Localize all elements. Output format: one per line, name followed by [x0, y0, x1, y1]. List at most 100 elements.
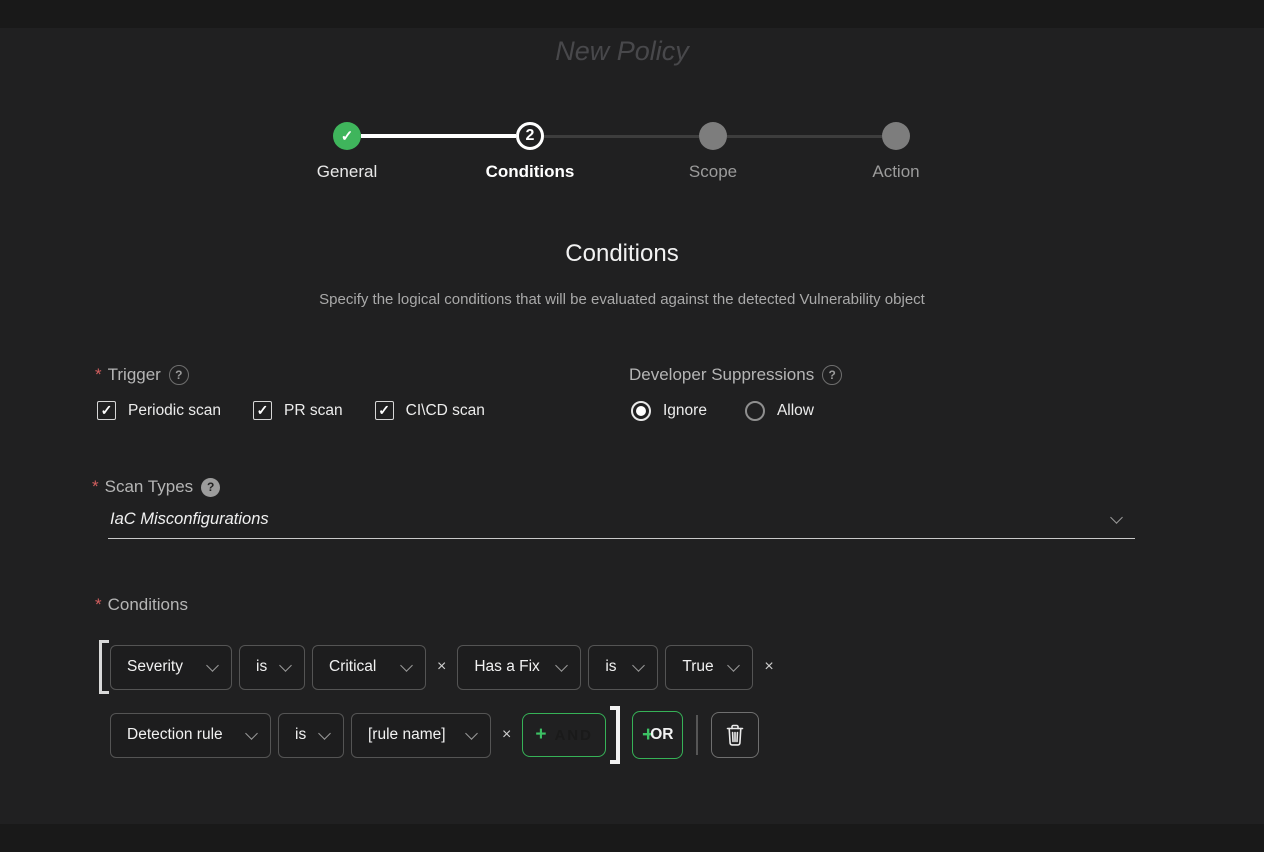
checkbox-label: CI\CD scan: [406, 402, 485, 420]
chevron-down-icon: [206, 659, 219, 672]
dropdown-value: Severity: [127, 658, 183, 676]
stepper-connector: [361, 134, 516, 138]
checkbox-checked-icon[interactable]: ✓: [253, 401, 272, 420]
condition-operator-dropdown[interactable]: is: [588, 645, 658, 690]
checkbox-pr-scan[interactable]: ✓ PR scan: [253, 401, 343, 420]
dropdown-value: Detection rule: [127, 726, 223, 744]
dropdown-value: Has a Fix: [474, 658, 539, 676]
help-icon[interactable]: ?: [169, 365, 189, 385]
top-bar: [0, 0, 1264, 28]
chevron-down-icon: [555, 659, 568, 672]
step-action-circle[interactable]: [882, 122, 910, 150]
add-or-condition-button[interactable]: + OR: [632, 711, 684, 759]
conditions-label-row: * Conditions: [95, 595, 188, 615]
required-asterisk: *: [95, 595, 102, 615]
radio-label: Ignore: [663, 402, 707, 420]
plus-icon: +: [535, 724, 546, 746]
suppressions-options: Ignore Allow: [631, 401, 842, 421]
trigger-label-row: * Trigger ?: [95, 365, 485, 385]
chevron-down-icon: [279, 659, 292, 672]
trigger-options: ✓ Periodic scan ✓ PR scan ✓ CI\CD scan: [97, 401, 485, 420]
condition-row-2: Detection rule is [rule name] × + AND + …: [110, 708, 759, 762]
conditions-label: Conditions: [108, 595, 188, 615]
scan-types-value: IaC Misconfigurations: [110, 510, 269, 529]
section-title: Conditions: [0, 240, 1244, 268]
dropdown-value: Critical: [329, 658, 376, 676]
section-subtitle: Specify the logical conditions that will…: [0, 291, 1244, 308]
scan-types-section: * Scan Types ? IaC Misconfigurations: [92, 477, 1135, 539]
page-title: New Policy: [0, 36, 1244, 67]
chevron-down-icon: [245, 727, 258, 740]
divider: [696, 715, 698, 755]
scan-types-select[interactable]: IaC Misconfigurations: [108, 510, 1135, 539]
stepper-labels: General Conditions Scope Action: [333, 162, 911, 188]
group-open-bracket: [99, 640, 109, 694]
delete-condition-group-button[interactable]: [711, 712, 759, 758]
checkbox-label: PR scan: [284, 402, 343, 420]
trash-icon: [724, 723, 746, 747]
chevron-down-icon: [632, 659, 645, 672]
dropdown-value: is: [256, 658, 267, 676]
step-scope-circle[interactable]: [699, 122, 727, 150]
remove-condition-button[interactable]: ×: [764, 658, 773, 676]
add-and-condition-button[interactable]: + AND: [522, 713, 606, 757]
checkbox-cicd-scan[interactable]: ✓ CI\CD scan: [375, 401, 485, 420]
condition-field-dropdown[interactable]: Detection rule: [110, 713, 271, 758]
scan-types-label: Scan Types: [105, 477, 194, 497]
dropdown-value: [rule name]: [368, 726, 446, 744]
required-asterisk: *: [95, 365, 102, 385]
or-button-label: OR: [650, 726, 673, 744]
radio-label: Allow: [777, 402, 814, 420]
condition-value-dropdown[interactable]: True: [665, 645, 753, 690]
condition-operator-dropdown[interactable]: is: [239, 645, 305, 690]
stepper-connector: [544, 135, 699, 138]
required-asterisk: *: [92, 477, 99, 497]
group-close-bracket: [610, 706, 620, 764]
stepper-connector: [727, 135, 882, 138]
suppressions-label: Developer Suppressions: [629, 365, 814, 385]
help-icon[interactable]: ?: [201, 478, 220, 497]
chevron-down-icon: [400, 659, 413, 672]
radio-selected-icon[interactable]: [631, 401, 651, 421]
condition-value-dropdown[interactable]: [rule name]: [351, 713, 491, 758]
dropdown-value: is: [295, 726, 306, 744]
step-number: 2: [526, 127, 535, 145]
checkbox-checked-icon[interactable]: ✓: [97, 401, 116, 420]
chevron-down-icon: [465, 727, 478, 740]
condition-row-1: Severity is Critical × Has a Fix is True…: [99, 640, 785, 694]
suppressions-section: Developer Suppressions ? Ignore Allow: [629, 365, 842, 421]
checkbox-label: Periodic scan: [128, 402, 221, 420]
step-label-conditions[interactable]: Conditions: [486, 162, 575, 182]
condition-field-dropdown[interactable]: Has a Fix: [457, 645, 581, 690]
radio-unselected-icon[interactable]: [745, 401, 765, 421]
chevron-down-icon: [727, 659, 740, 672]
dropdown-value: is: [605, 658, 616, 676]
trigger-section: * Trigger ? ✓ Periodic scan ✓ PR scan ✓ …: [95, 365, 485, 420]
suppressions-label-row: Developer Suppressions ?: [629, 365, 842, 385]
dropdown-value: True: [682, 658, 713, 676]
checkbox-checked-icon[interactable]: ✓: [375, 401, 394, 420]
bottom-bar: [0, 824, 1264, 852]
scan-types-label-row: * Scan Types ?: [92, 477, 1135, 497]
step-conditions-circle[interactable]: 2: [516, 122, 544, 150]
step-label-scope[interactable]: Scope: [689, 162, 737, 182]
checkbox-periodic-scan[interactable]: ✓ Periodic scan: [97, 401, 221, 420]
radio-allow[interactable]: Allow: [745, 401, 814, 421]
help-icon[interactable]: ?: [822, 365, 842, 385]
step-label-general[interactable]: General: [317, 162, 377, 182]
trigger-label: Trigger: [108, 365, 161, 385]
step-general-circle[interactable]: ✓: [333, 122, 361, 150]
condition-operator-dropdown[interactable]: is: [278, 713, 344, 758]
stepper: ✓ 2: [333, 122, 910, 150]
new-policy-wizard: New Policy ✓ 2 General Conditions Scope …: [0, 0, 1264, 852]
radio-ignore[interactable]: Ignore: [631, 401, 707, 421]
remove-condition-button[interactable]: ×: [502, 726, 511, 744]
check-icon: ✓: [341, 127, 354, 145]
remove-condition-button[interactable]: ×: [437, 658, 446, 676]
condition-value-dropdown[interactable]: Critical: [312, 645, 426, 690]
and-button-label: AND: [554, 727, 593, 744]
condition-field-dropdown[interactable]: Severity: [110, 645, 232, 690]
chevron-down-icon: [1110, 511, 1123, 524]
step-label-action[interactable]: Action: [872, 162, 919, 182]
chevron-down-icon: [318, 727, 331, 740]
